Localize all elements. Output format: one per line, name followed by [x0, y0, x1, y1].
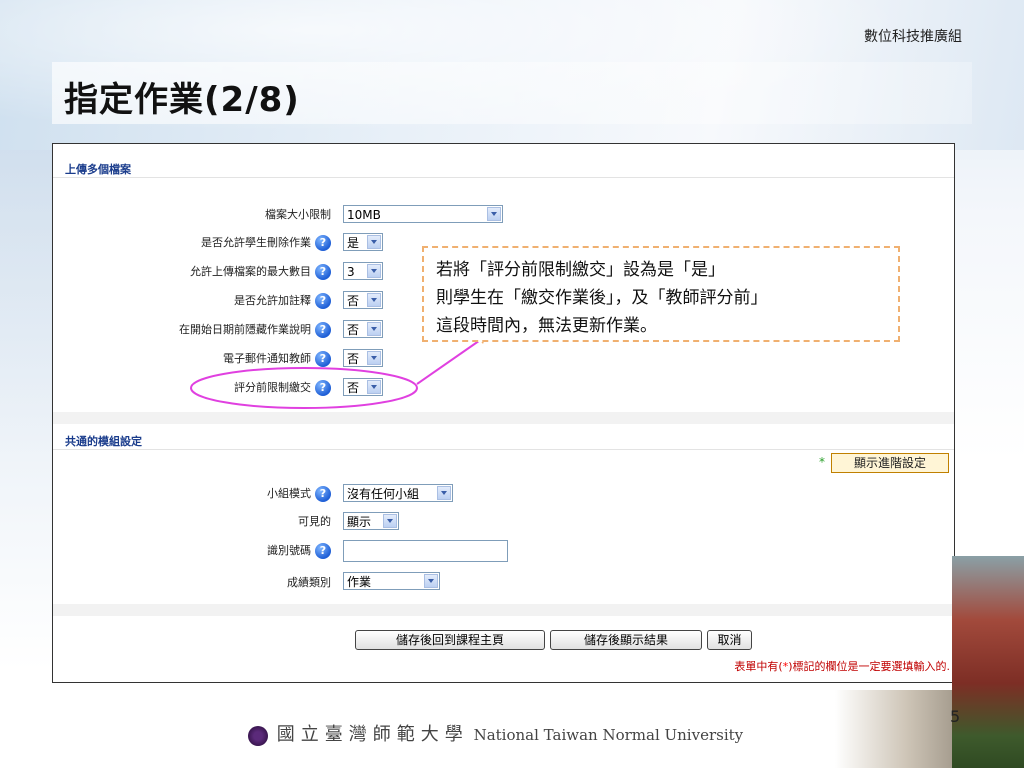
callout-box: 若將「評分前限制繳交」設為是「是」 則學生在「繳交作業後」，及「教師評分前」 這… [422, 246, 900, 342]
callout-line: 這段時間內，無法更新作業。 [436, 316, 657, 336]
callout-line: 則學生在「繳交作業後」，及「教師評分前」 [436, 288, 768, 308]
footer-university-en: National Taiwan Normal University [473, 726, 744, 744]
callout-pointer-line [416, 335, 487, 385]
building-photo [952, 556, 1024, 768]
photo-fade [835, 690, 952, 768]
university-emblem-icon [248, 726, 268, 746]
footer: 國立臺灣師範大學 National Taiwan Normal Universi… [248, 720, 743, 746]
callout-line: 若將「評分前限制繳交」設為是「是」 [436, 260, 725, 280]
annotation-overlay [190, 335, 487, 409]
page-number: 5 [950, 707, 961, 726]
footer-university-cn: 國立臺灣師範大學 [276, 724, 469, 745]
highlight-ellipse [190, 367, 418, 409]
